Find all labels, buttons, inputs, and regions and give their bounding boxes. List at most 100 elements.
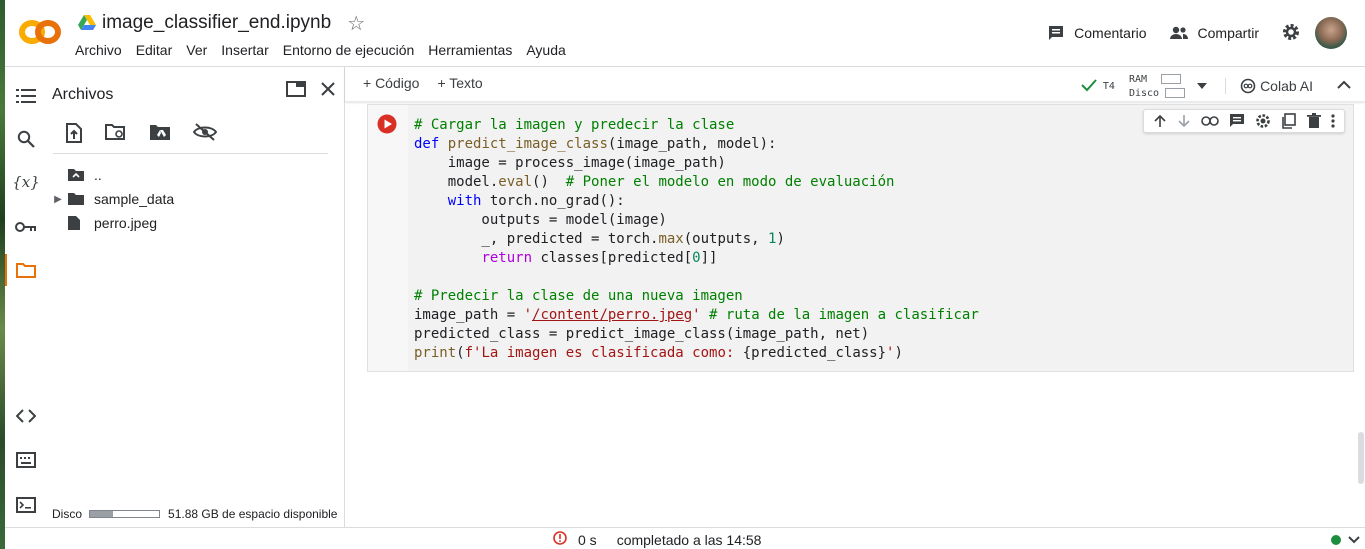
- code-snippets-icon[interactable]: [15, 405, 37, 427]
- code-line-8: return classes[predicted[0]]: [481, 250, 718, 266]
- file-item-sample-data[interactable]: ▶ sample_data: [49, 187, 174, 211]
- key-icon[interactable]: [15, 216, 37, 238]
- move-down-icon[interactable]: [1177, 114, 1191, 128]
- menu-herramientas[interactable]: Herramientas: [428, 40, 512, 60]
- run-cell-icon[interactable]: [377, 114, 397, 134]
- add-text-button[interactable]: + Texto: [437, 75, 482, 91]
- notebook-title[interactable]: image_classifier_end.ipynb: [102, 12, 331, 34]
- comment-cell-icon[interactable]: [1229, 113, 1245, 129]
- people-icon: [1169, 26, 1188, 39]
- disk-usage: Disco 51.88 GB de espacio disponible: [52, 507, 337, 521]
- link-icon[interactable]: [1201, 116, 1219, 126]
- file-item-label: ..: [94, 167, 102, 183]
- share-label: Compartir: [1197, 25, 1259, 41]
- comment-button[interactable]: Comentario: [1047, 24, 1147, 42]
- menu-ver[interactable]: Ver: [186, 40, 207, 60]
- code-line-13: print(f'La imagen es clasificada como: {…: [414, 345, 903, 361]
- menu-archivo[interactable]: Archivo: [75, 40, 122, 60]
- colab-ai-icon: [1240, 78, 1256, 94]
- chevron-up-icon[interactable]: [1337, 80, 1351, 92]
- folder-icon: [67, 192, 89, 206]
- execution-duration: 0 s: [578, 531, 597, 548]
- execution-completed: completado a las 14:58: [616, 531, 762, 548]
- comment-icon: [1049, 26, 1064, 40]
- code-line-6: outputs = model(image): [414, 212, 667, 228]
- cell-toolbar: [1143, 109, 1345, 133]
- colab-ai-label: Colab AI: [1260, 78, 1313, 94]
- disk-free-text: 51.88 GB de espacio disponible: [168, 507, 338, 521]
- upload-file-icon[interactable]: [65, 123, 83, 148]
- scrollbar[interactable]: [1358, 432, 1364, 484]
- connected-status-icon: [1331, 535, 1341, 545]
- google-drive-icon: [78, 15, 96, 31]
- files-panel-title: Archivos: [52, 86, 114, 103]
- runtime-type: T4: [1102, 80, 1115, 92]
- toc-icon[interactable]: [15, 85, 37, 107]
- code-line-1: # Cargar la imagen y predecir la clase: [414, 117, 735, 133]
- move-up-icon[interactable]: [1153, 114, 1167, 128]
- cell-gutter: [368, 105, 408, 371]
- code-line-10: # Predecir la clase de una nueva imagen: [414, 288, 743, 304]
- menu-bar: Archivo Editar Ver Insertar Entorno de e…: [75, 40, 580, 60]
- menu-ayuda[interactable]: Ayuda: [526, 40, 565, 60]
- code-line-5: with torch.no_grad():: [447, 193, 625, 209]
- error-icon: [553, 531, 567, 548]
- disk-meter-bar: [1165, 88, 1186, 98]
- check-icon: [1081, 78, 1097, 95]
- more-vert-icon[interactable]: [1331, 114, 1335, 128]
- code-line-2: def predict_image_class(image_path, mode…: [414, 136, 777, 152]
- disk-usage-fill: [90, 511, 113, 517]
- code-cell[interactable]: # Cargar la imagen y predecir la clase d…: [367, 104, 1354, 372]
- terminal-icon[interactable]: [15, 494, 37, 516]
- notebook-toolbar: + Código + Texto T4 RAM Disco Colab AI: [345, 67, 1365, 102]
- add-code-button[interactable]: + Código: [363, 75, 419, 91]
- file-item-parent[interactable]: ..: [49, 163, 174, 187]
- menu-editar[interactable]: Editar: [136, 40, 173, 60]
- close-icon[interactable]: [320, 81, 336, 102]
- status-bar: 0 s completado a las 14:58: [5, 527, 1365, 549]
- code-line-12: predicted_class = predict_image_class(im…: [414, 326, 870, 342]
- chevron-right-icon[interactable]: ▶: [49, 194, 67, 205]
- app-header: image_classifier_end.ipynb ☆ Archivo Edi…: [5, 0, 1365, 67]
- disk-meter-label: Disco: [1128, 87, 1160, 99]
- disk-usage-bar: [89, 510, 161, 518]
- mount-drive-icon[interactable]: [149, 123, 171, 148]
- colab-logo[interactable]: [19, 14, 61, 50]
- file-icon: [67, 215, 89, 231]
- code-editor[interactable]: # Cargar la imagen y predecir la clase d…: [408, 105, 1353, 371]
- code-line-7: _, predicted = torch.max(outputs, 1): [414, 231, 785, 247]
- disk-label: Disco: [52, 507, 83, 521]
- colab-ai-button[interactable]: Colab AI: [1225, 78, 1313, 94]
- file-item-label: sample_data: [94, 191, 175, 207]
- search-icon[interactable]: [15, 128, 37, 150]
- chevron-down-icon[interactable]: [1197, 80, 1208, 92]
- cell-settings-icon[interactable]: [1255, 113, 1271, 129]
- delete-icon[interactable]: [1307, 113, 1321, 129]
- code-line-11: image_path = '/content/perro.jpeg' # rut…: [414, 307, 979, 323]
- hide-files-icon[interactable]: [192, 123, 218, 148]
- left-sidebar: {𝑥}: [5, 67, 45, 527]
- mirror-cell-icon[interactable]: [1281, 113, 1297, 129]
- file-item-perro[interactable]: perro.jpeg: [49, 211, 174, 235]
- folder-icon[interactable]: [15, 259, 37, 281]
- avatar[interactable]: [1315, 17, 1347, 49]
- share-button[interactable]: Compartir: [1169, 25, 1259, 41]
- menu-insertar[interactable]: Insertar: [221, 40, 268, 60]
- comment-label: Comentario: [1074, 25, 1147, 41]
- star-icon[interactable]: ☆: [347, 11, 365, 36]
- open-in-tab-icon[interactable]: [286, 81, 306, 102]
- ram-bar: [1161, 74, 1182, 84]
- gear-icon[interactable]: [1281, 22, 1301, 45]
- variables-icon[interactable]: {𝑥}: [12, 171, 40, 193]
- folder-up-icon: [67, 168, 89, 182]
- menu-entorno[interactable]: Entorno de ejecución: [283, 40, 415, 60]
- files-panel: Archivos .. ▶ sample_data perro.jpeg Dis…: [45, 67, 345, 527]
- file-item-label: perro.jpeg: [94, 215, 158, 231]
- chevron-down-icon[interactable]: [1348, 531, 1360, 547]
- runtime-status[interactable]: T4 RAM Disco: [1081, 72, 1208, 100]
- refresh-folder-icon[interactable]: [105, 123, 127, 148]
- active-indicator: [5, 254, 7, 286]
- command-palette-icon[interactable]: [15, 449, 37, 471]
- code-line-3: image = process_image(image_path): [414, 155, 726, 171]
- files-divider: [53, 153, 328, 154]
